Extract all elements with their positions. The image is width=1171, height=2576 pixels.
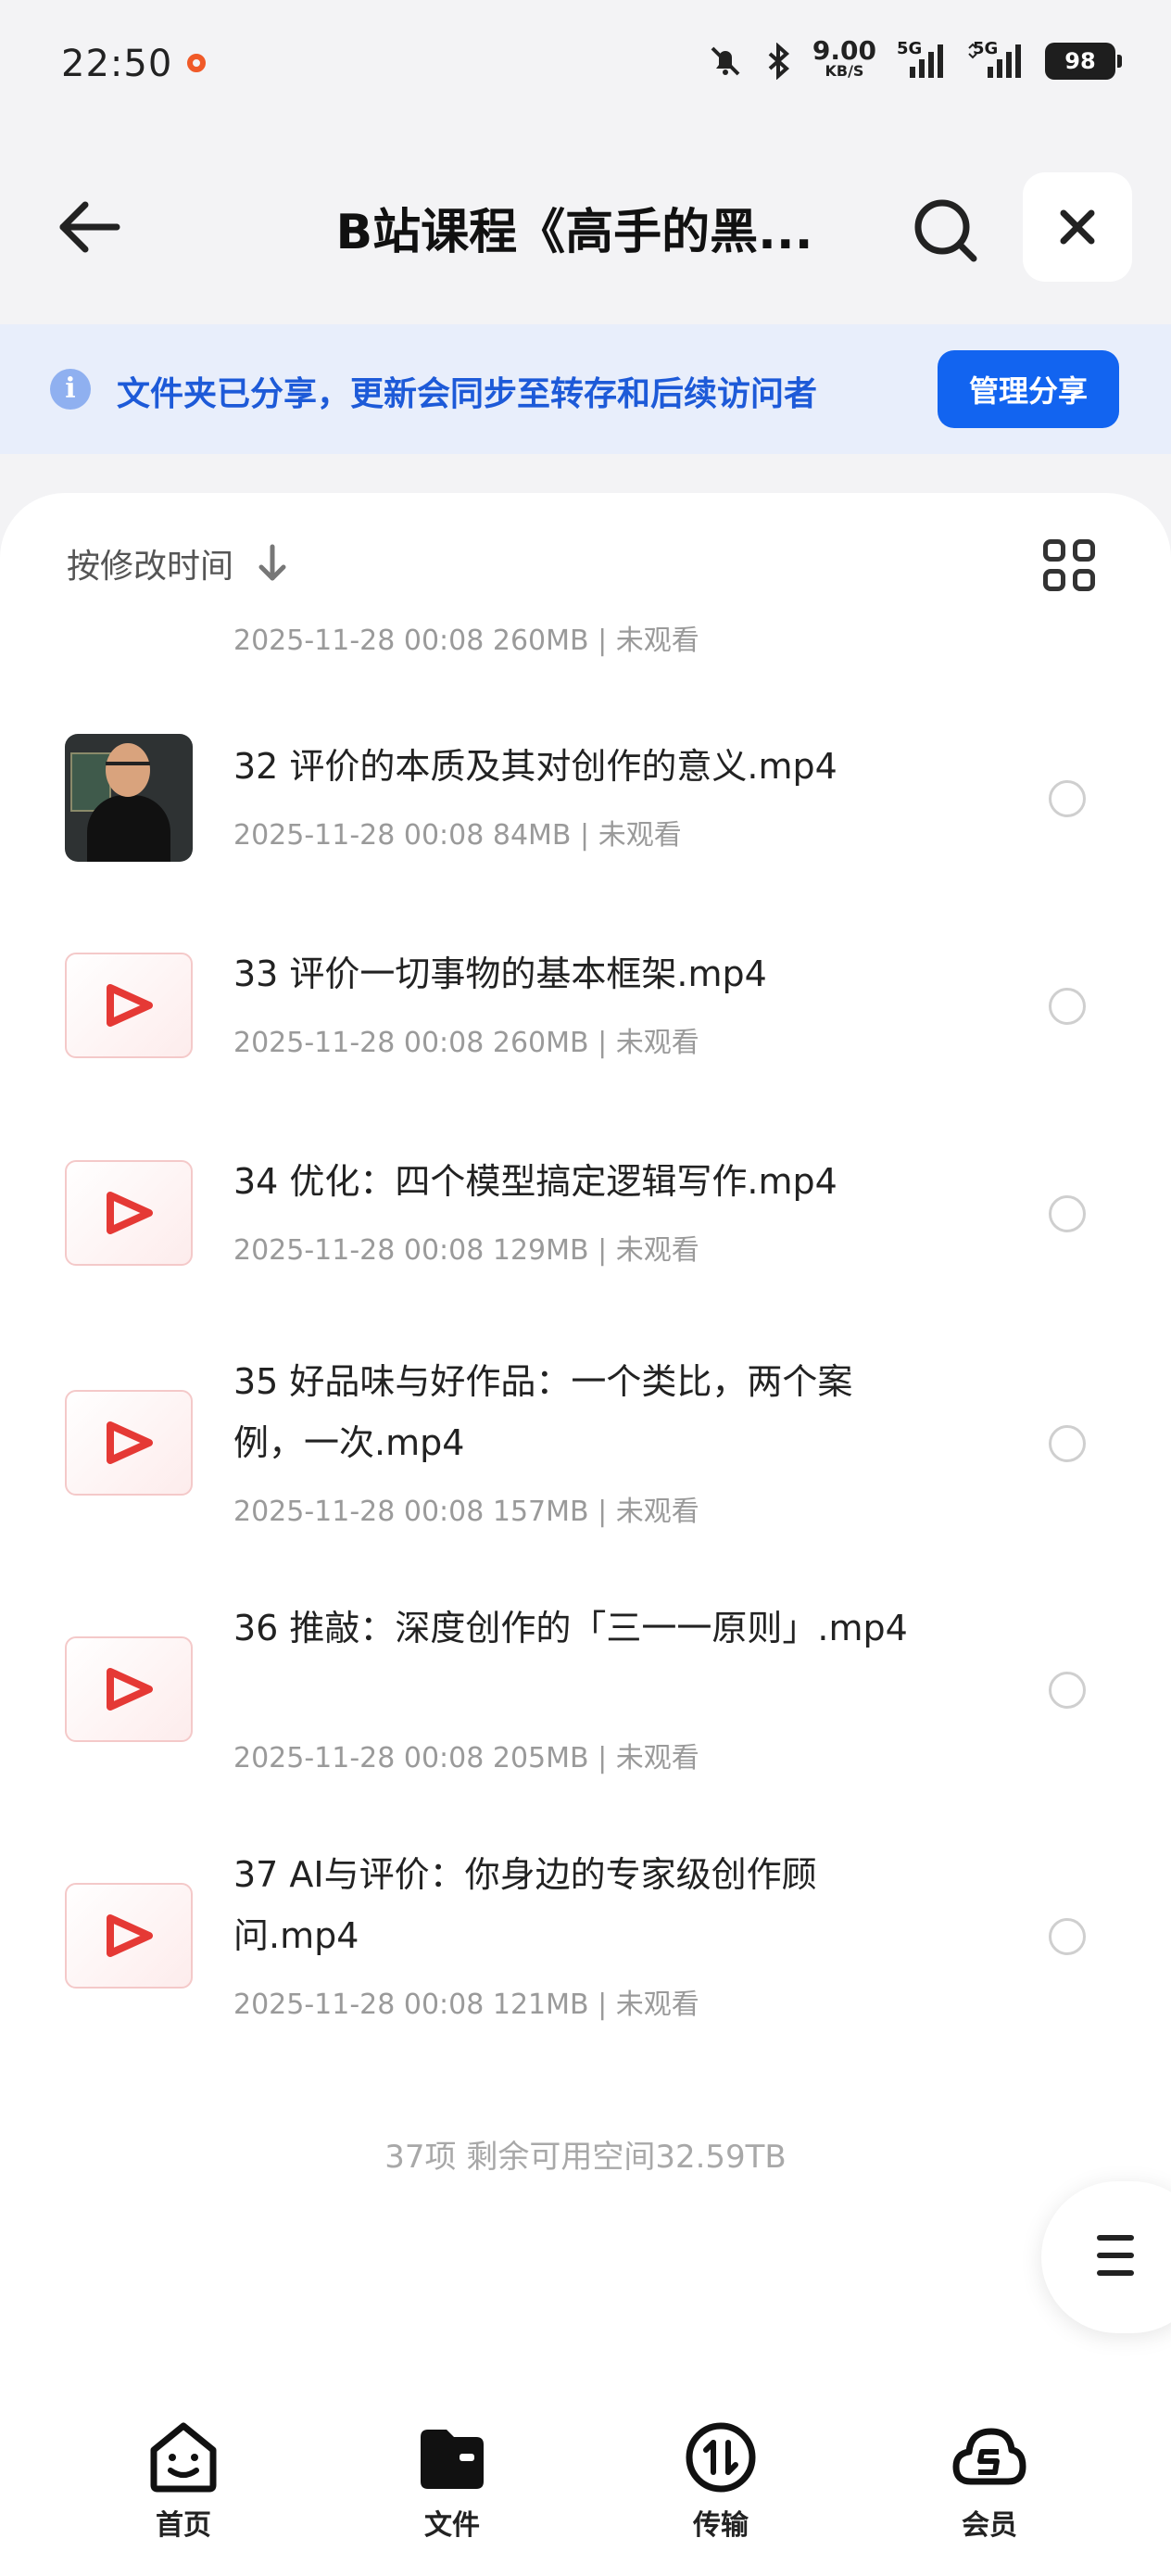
select-checkbox[interactable]: [1049, 1425, 1086, 1462]
list-item[interactable]: 36 推敲：深度创作的「三一一原则」.mp4 2025-11-28 00:08 …: [0, 1603, 1171, 1844]
battery-icon: 98: [1045, 43, 1122, 80]
close-icon: [1060, 209, 1095, 245]
file-name: 34 优化：四个模型搞定逻辑写作.mp4: [233, 1161, 837, 1202]
video-file-icon: [65, 1636, 193, 1742]
file-meta: 2025-11-28 00:08 129MB | 未观看: [233, 1234, 699, 1267]
video-thumbnail: [65, 734, 193, 862]
select-checkbox[interactable]: [1049, 1672, 1086, 1709]
status-icons: 9.00 KB/S 5G 5G 98: [707, 38, 1122, 82]
nav-vip[interactable]: 会员: [915, 2420, 1064, 2543]
sort-control[interactable]: 按修改时间: [67, 539, 289, 587]
file-list: 2025-11-28 00:08 260MB | 未观看 32 评价的本质及其对…: [0, 613, 1171, 2328]
info-icon: i: [50, 369, 91, 410]
signal-5g-1: 5G: [897, 39, 947, 80]
transfer-icon: [684, 2420, 758, 2494]
nav-transfer-label: 传输: [693, 2509, 749, 2542]
signal-bars-icon: [910, 44, 943, 78]
grid-icon: [1043, 569, 1065, 591]
mute-bell-icon: [711, 46, 740, 76]
grid-icon: [1073, 539, 1095, 562]
list-item[interactable]: 2025-11-28 00:08 260MB | 未观看: [0, 613, 1171, 697]
nav-vip-label: 会员: [962, 2509, 1017, 2542]
list-item[interactable]: 34 优化：四个模型搞定逻辑写作.mp4 2025-11-28 00:08 12…: [0, 1149, 1171, 1353]
menu-icon: [1097, 2235, 1134, 2276]
status-time: 22:50: [61, 43, 173, 85]
signal-bars-icon: [968, 43, 1021, 78]
select-checkbox[interactable]: [1049, 1918, 1086, 1955]
signal-5g-2: 5G: [967, 39, 1025, 80]
arrow-down-icon: [258, 544, 286, 581]
play-icon: [107, 984, 153, 1027]
file-meta: 2025-11-28 00:08 260MB | 未观看: [233, 1027, 699, 1059]
list-item[interactable]: 37 AI与评价：你身边的专家级创作顾问.mp4 2025-11-28 00:0…: [0, 1850, 1171, 2090]
page-title: B站课程《高手的黑...: [335, 205, 813, 260]
back-button[interactable]: [48, 185, 132, 269]
manage-share-button[interactable]: 管理分享: [938, 350, 1119, 428]
nav-files[interactable]: 文件: [378, 2420, 526, 2543]
search-icon: [914, 199, 977, 262]
folder-icon: [415, 2420, 489, 2494]
arrow-left-icon: [59, 201, 120, 253]
file-name: 32 评价的本质及其对创作的意义.mp4: [233, 746, 837, 787]
file-name: 37 AI与评价：你身边的专家级创作顾问.mp4: [233, 1854, 817, 1956]
select-checkbox[interactable]: [1049, 780, 1086, 817]
video-file-icon: [65, 953, 193, 1058]
search-button[interactable]: [904, 189, 988, 272]
video-thumbnail: [65, 1379, 193, 1507]
play-icon: [107, 1421, 153, 1464]
close-button[interactable]: [1023, 172, 1132, 282]
file-list-card: 按修改时间 2025-11-28 00:08 260MB | 未观看 32 评价…: [0, 493, 1171, 2393]
file-meta: 2025-11-28 00:08 121MB | 未观看: [233, 1989, 699, 2021]
select-checkbox[interactable]: [1049, 1195, 1086, 1232]
file-meta: 2025-11-28 00:08 157MB | 未观看: [233, 1496, 699, 1528]
share-banner: i 文件夹已分享，更新会同步至转存和后续访问者 管理分享: [0, 324, 1171, 454]
video-thumbnail: [65, 1625, 193, 1753]
status-bar: 22:50 9.00 KB/S 5G 5G 98: [0, 0, 1171, 139]
file-meta: 2025-11-28 00:08 84MB | 未观看: [233, 819, 682, 852]
nav-home-label: 首页: [156, 2509, 211, 2542]
video-file-icon: [65, 1390, 193, 1496]
recording-indicator-icon: [187, 54, 206, 72]
file-name: 33 评价一切事物的基本框架.mp4: [233, 953, 767, 994]
video-thumbnail: [65, 1872, 193, 2000]
battery-level: 98: [1064, 48, 1096, 74]
nav-files-label: 文件: [424, 2509, 480, 2542]
grid-icon: [1073, 569, 1095, 591]
nav-transfer[interactable]: 传输: [647, 2420, 795, 2543]
video-thumbnail: [65, 941, 193, 1069]
select-checkbox[interactable]: [1049, 988, 1086, 1025]
video-file-icon: [65, 1883, 193, 1989]
play-icon: [107, 1668, 153, 1711]
sort-label: 按修改时间: [67, 548, 234, 586]
file-name: 35 好品味与好作品：一个类比，两个案例，一次.mp4: [233, 1361, 853, 1463]
bluetooth-icon: [768, 43, 789, 80]
nav-home[interactable]: 首页: [109, 2420, 258, 2543]
play-icon: [107, 1914, 153, 1957]
vip-cloud-icon: [952, 2420, 1026, 2494]
network-speed: 9.00 KB/S: [812, 38, 876, 82]
thumbnail-detail: [87, 795, 170, 862]
file-name: 36 推敲：深度创作的「三一一原则」.mp4: [233, 1608, 908, 1648]
video-file-icon: [65, 1160, 193, 1266]
list-item[interactable]: 33 评价一切事物的基本框架.mp4 2025-11-28 00:08 260M…: [0, 941, 1171, 1145]
grid-view-button[interactable]: [1043, 539, 1102, 599]
video-thumbnail: [65, 1149, 193, 1277]
grid-icon: [1043, 539, 1065, 562]
file-meta: 2025-11-28 00:08 260MB | 未观看: [233, 625, 699, 657]
file-meta: 2025-11-28 00:08 205MB | 未观看: [233, 1742, 699, 1774]
title-bar: B站课程《高手的黑...: [0, 158, 1171, 297]
storage-summary: 37项 剩余可用空间32.59TB: [384, 2139, 787, 2176]
bottom-nav: 首页 文件 传输 会员: [0, 2393, 1171, 2576]
list-item[interactable]: 32 评价的本质及其对创作的意义.mp4 2025-11-28 00:08 84…: [0, 734, 1171, 938]
thumbnail-detail: [106, 762, 150, 777]
play-icon: [107, 1192, 153, 1234]
home-smile-icon: [146, 2420, 220, 2494]
list-item[interactable]: 35 好品味与好作品：一个类比，两个案例，一次.mp4 2025-11-28 0…: [0, 1357, 1171, 1597]
share-banner-text: 文件夹已分享，更新会同步至转存和后续访问者: [117, 375, 818, 413]
